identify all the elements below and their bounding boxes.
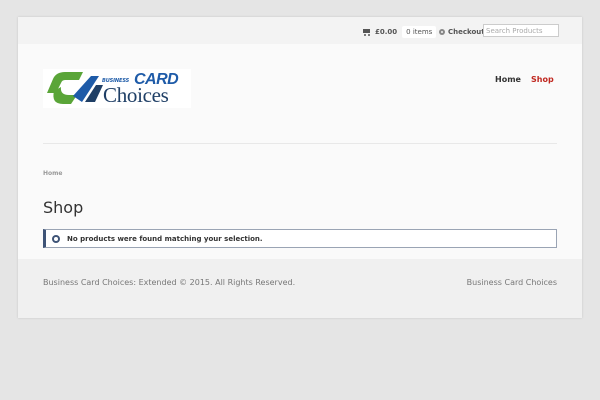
checkout-link[interactable]: Checkout (439, 26, 485, 38)
logo-choices-text: Choices (103, 83, 169, 107)
header-topbar: £0.00 0 items Checkout (18, 17, 582, 44)
header-divider (43, 143, 557, 144)
notice-text: No products were found matching your sel… (67, 234, 263, 243)
nav-item-shop[interactable]: Shop (531, 75, 554, 84)
checkout-icon (439, 29, 445, 35)
site-footer: Business Card Choices: Extended © 2015. … (18, 259, 582, 318)
breadcrumb-home[interactable]: Home (43, 170, 62, 177)
page-title: Shop (43, 198, 84, 217)
cart-total: £0.00 (375, 28, 398, 36)
cart-link[interactable]: £0.00 0 items (362, 26, 437, 38)
logo-mark-icon (47, 72, 103, 104)
info-icon (52, 234, 60, 243)
nav-item-home[interactable]: Home (495, 75, 521, 84)
footer-site-link[interactable]: Business Card Choices (467, 278, 557, 287)
page-container: £0.00 0 items Checkout BUSINESS CARD Cho… (18, 17, 582, 318)
footer-copyright: Business Card Choices: Extended © 2015. … (43, 278, 296, 287)
search-input[interactable] (483, 24, 559, 37)
site-logo[interactable]: BUSINESS CARD Choices (43, 69, 191, 108)
checkout-label: Checkout (448, 28, 485, 36)
info-notice: No products were found matching your sel… (43, 229, 557, 248)
cart-icon (362, 28, 371, 36)
cart-count: 0 items (402, 26, 437, 38)
